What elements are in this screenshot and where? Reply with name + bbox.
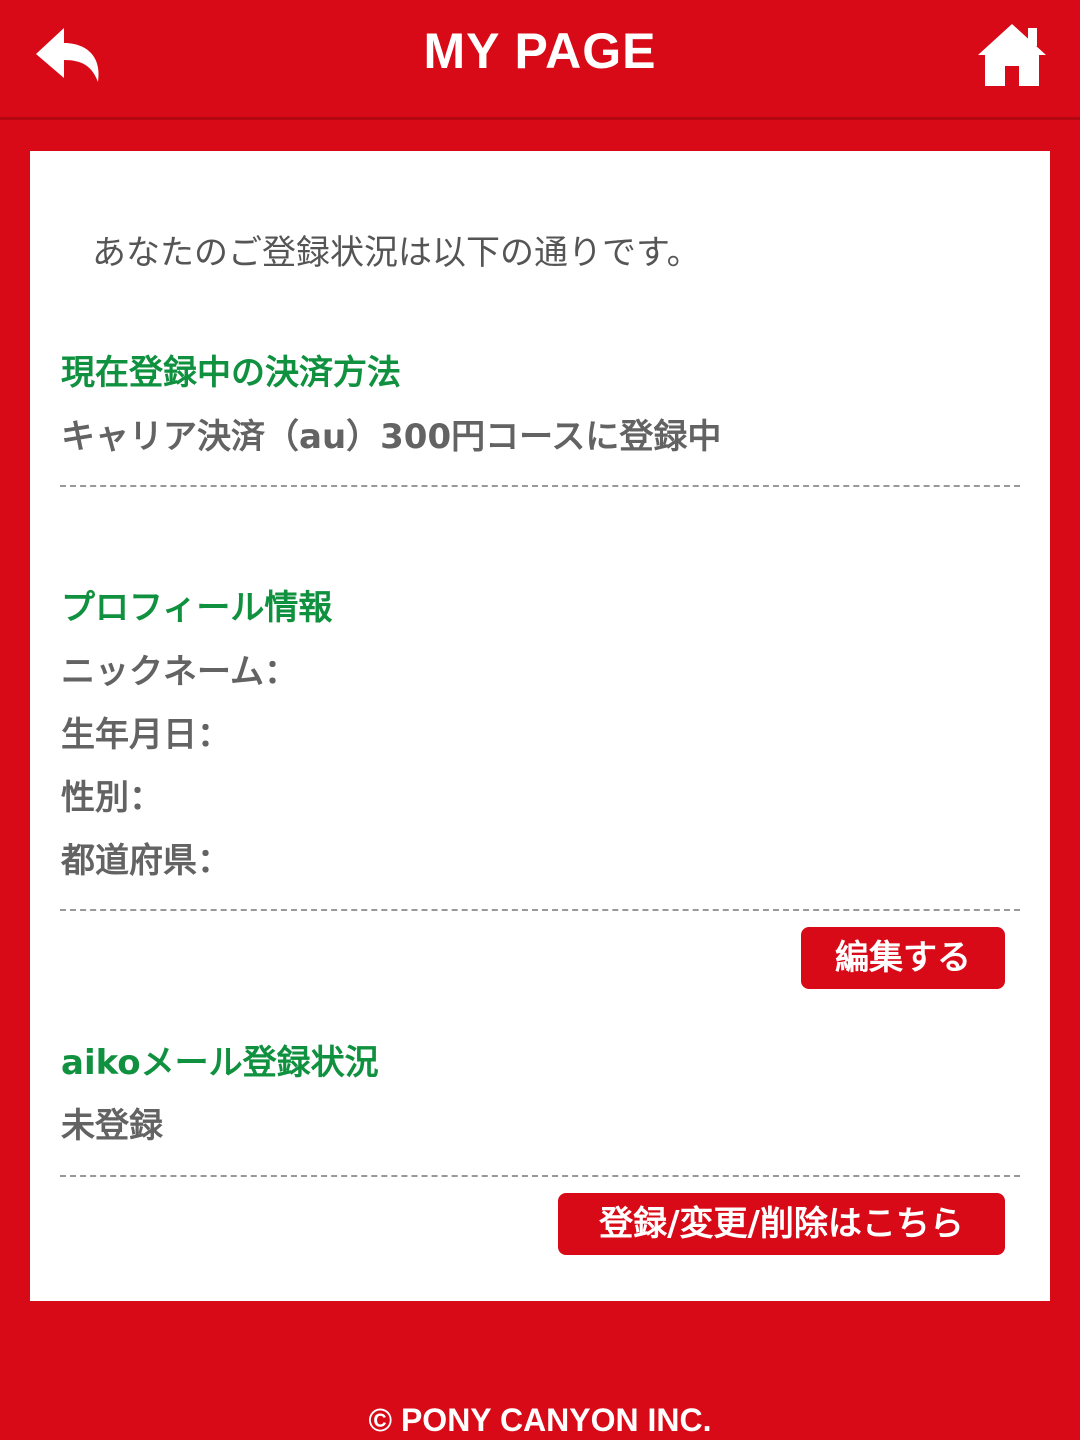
- home-icon: [978, 24, 1046, 86]
- field-label: 性別：: [61, 778, 163, 818]
- footer-copyright: © PONY CANYON INC.: [368, 1402, 712, 1438]
- divider: [60, 1175, 1020, 1177]
- profile-section-title: プロフィール情報: [61, 588, 333, 628]
- payment-method-value: キャリア決済（au）300円コースに登録中: [61, 417, 722, 457]
- intro-text: あなたのご登録状況は以下の通りです。: [92, 233, 701, 273]
- payment-section-title: 現在登録中の決済方法: [61, 353, 401, 393]
- profile-field-nickname: ニックネーム：: [61, 644, 298, 693]
- divider: [60, 485, 1020, 487]
- field-label: 都道府県：: [61, 841, 231, 881]
- divider: [60, 909, 1020, 911]
- mail-status-value: 未登録: [61, 1106, 163, 1146]
- field-label: 生年月日：: [61, 715, 231, 755]
- app-header: MY PAGE: [0, 0, 1080, 120]
- page-title: MY PAGE: [423, 23, 657, 79]
- mail-register-button[interactable]: 登録/変更/削除はこちら: [558, 1193, 1005, 1255]
- profile-field-gender: 性別：: [61, 770, 163, 819]
- mail-section-title: aikoメール登録状況: [61, 1043, 379, 1083]
- profile-field-prefecture: 都道府県：: [61, 833, 231, 882]
- home-button[interactable]: [976, 22, 1048, 88]
- field-label: ニックネーム：: [61, 652, 298, 692]
- profile-field-birthday: 生年月日：: [61, 707, 231, 756]
- content-card: あなたのご登録状況は以下の通りです。 現在登録中の決済方法 キャリア決済（au）…: [30, 151, 1050, 1301]
- edit-profile-button[interactable]: 編集する: [801, 927, 1005, 989]
